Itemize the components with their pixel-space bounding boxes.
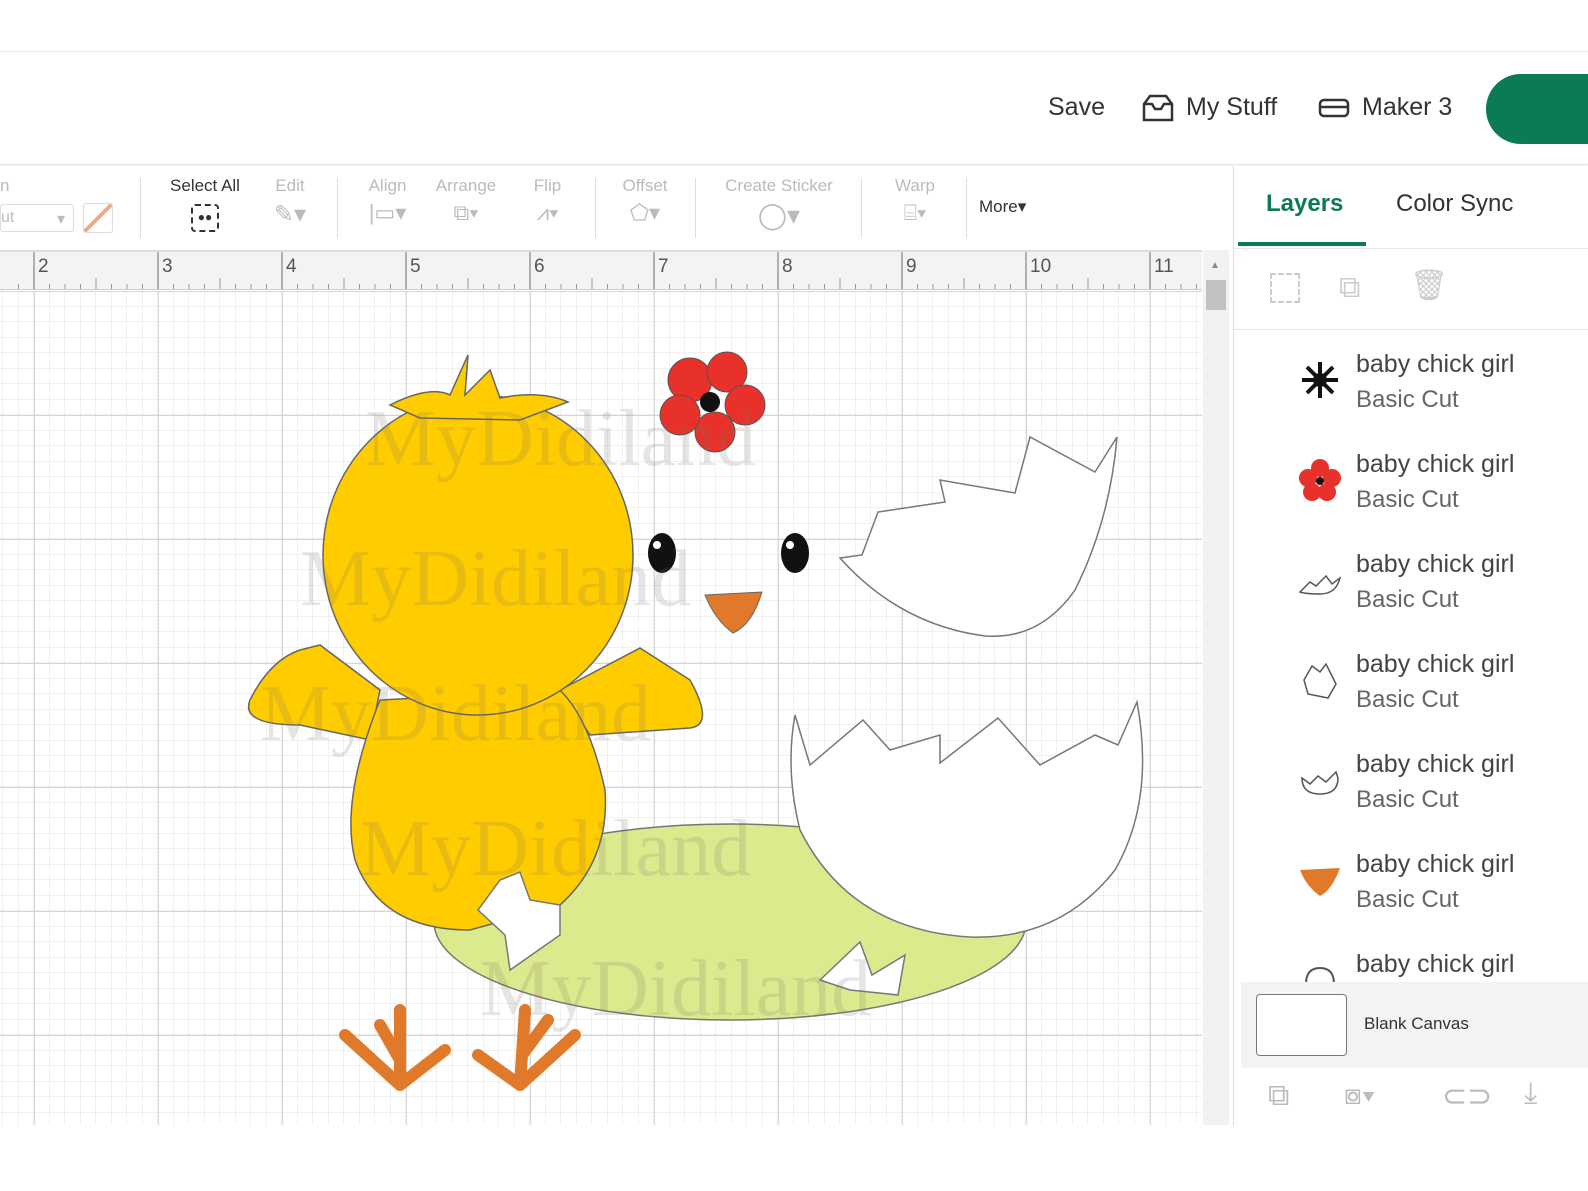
ruler-label: 2 [38,256,49,277]
align-button[interactable]: Align |▭▾ [360,176,415,226]
layer-name: baby chick girl [1356,750,1515,778]
layer-thumbnail-icon [1296,856,1344,904]
blank-canvas-row[interactable]: Blank Canvas [1241,982,1588,1068]
tab-layers[interactable]: Layers [1266,190,1343,218]
layer-operation: Basic Cut [1356,886,1459,913]
attach-icon[interactable]: ⊂⊃ [1442,1079,1492,1114]
layer-thumbnail-icon [1296,356,1344,404]
arrange-button[interactable]: Arrange ⧉▾ [430,176,502,226]
duplicate-icon[interactable]: ⧉ [1339,273,1360,303]
layer-thumbnail-icon [1296,656,1344,704]
layer-operation: Basic Cut [1356,586,1459,613]
layer-item[interactable]: baby chick girl Basic Cut [1234,538,1588,638]
operation-select[interactable]: ut ▾ [0,204,74,232]
layer-name: baby chick girl [1356,850,1515,878]
warp-button[interactable]: Warp ⌸▾ [885,176,945,226]
my-stuff-button[interactable]: My Stuff [1142,93,1277,122]
arrange-icon: ⧉▾ [453,200,479,225]
combine-icon[interactable]: ⧇▾ [1344,1079,1375,1112]
vertical-scrollbar[interactable]: ▲ [1203,250,1229,1125]
ruler-label: 5 [410,256,421,277]
layer-thumbnail-icon [1296,556,1344,604]
layer-thumbnail-icon [1296,456,1344,504]
offset-button[interactable]: Offset ⬠▾ [615,176,675,226]
design-canvas[interactable]: MyDidiland MyDidiland MyDidiland MyDidil… [0,291,1202,1125]
layer-name: baby chick girl [1356,550,1515,578]
flip-icon: ⩘▾ [536,200,559,225]
layers-panel: Layers Color Sync ⧉ 🗑 baby chick girl Bas… [1233,166,1588,1126]
align-icon: |▭▾ [368,200,407,225]
delete-icon[interactable]: 🗑 [1410,271,1448,301]
layer-operation: Basic Cut [1356,386,1459,413]
canvas-swatch[interactable] [1256,994,1347,1056]
color-swatch[interactable] [83,203,113,233]
bottom-tools: ⧉ ⧇▾ ⊂⊃ ⤓ [1234,1071,1588,1126]
svg-text:MyDidiland: MyDidiland [365,395,756,483]
header: Save My Stuff Maker 3 [0,53,1588,165]
layer-operation: Basic Cut [1356,786,1459,813]
sticker-icon: ◯▾ [757,200,801,230]
layer-name: baby chick girl [1356,650,1515,678]
offset-icon: ⬠▾ [629,200,661,225]
tab-color-sync[interactable]: Color Sync [1396,190,1513,218]
active-tab-indicator [1238,242,1366,246]
ruler-label: 7 [658,256,669,277]
layer-operation: Basic Cut [1356,486,1459,513]
ruler-label: 10 [1030,256,1052,277]
select-all-icon: ●● [191,204,219,232]
layer-operation: Basic Cut [1356,686,1459,713]
pencil-icon: ✎▾ [273,201,307,228]
layer-item[interactable]: baby chick girl Basic Cut [1234,738,1588,838]
layer-name: baby chick girl [1356,450,1515,478]
more-button[interactable]: More▾ [979,197,1026,217]
svg-text:MyDidiland: MyDidiland [300,535,691,623]
toolbar: n ut ▾ Select All ●● Edit ✎▾ Align |▭▾ Arran… [0,166,1232,250]
scroll-up-arrow-icon[interactable]: ▲ [1210,260,1220,271]
layer-tools: ⧉ 🗑 [1234,248,1588,330]
create-sticker-button[interactable]: Create Sticker ◯▾ [715,176,843,231]
layer-item[interactable]: baby chick girl Basic Cut [1234,438,1588,538]
edit-button[interactable]: Edit ✎▾ [265,176,315,229]
warp-icon: ⌸▾ [903,200,927,225]
ruler-label: 6 [534,256,545,277]
machine-icon [1318,98,1350,117]
flatten-icon[interactable]: ⤓ [1524,1077,1537,1111]
layer-name: baby chick girl [1356,350,1515,378]
horizontal-ruler: 2 3 4 5 6 7 8 9 10 11 [0,250,1202,290]
layer-thumbnail-icon [1296,756,1344,804]
svg-text:MyDidiland: MyDidiland [260,670,651,758]
flip-button[interactable]: Flip ⩘▾ [520,176,575,226]
machine-button[interactable]: Maker 3 [1318,93,1452,122]
ruler-label: 4 [286,256,297,277]
ruler-label: 8 [782,256,793,277]
scrollbar-thumb[interactable] [1206,280,1226,310]
select-all-button[interactable]: Select All ●● [160,176,250,232]
ruler-label: 9 [906,256,917,277]
ruler-label: 3 [162,256,173,277]
group-icon[interactable] [1270,273,1300,303]
layer-item[interactable]: baby chick girl Basic Cut [1234,338,1588,438]
ruler-label: 11 [1154,256,1174,277]
svg-text:MyDidiland: MyDidiland [360,805,751,893]
save-button[interactable]: Save [1048,93,1105,122]
make-it-button[interactable] [1486,74,1588,144]
layer-name: baby chick girl [1356,950,1515,978]
top-strip [0,0,1588,52]
svg-text:MyDidiland: MyDidiland [480,945,871,1033]
layer-item[interactable]: baby chick girl Basic Cut [1234,638,1588,738]
inbox-icon [1142,94,1174,121]
layer-item[interactable]: baby chick girl Basic Cut [1234,838,1588,938]
slice-icon[interactable]: ⧉ [1268,1079,1289,1113]
